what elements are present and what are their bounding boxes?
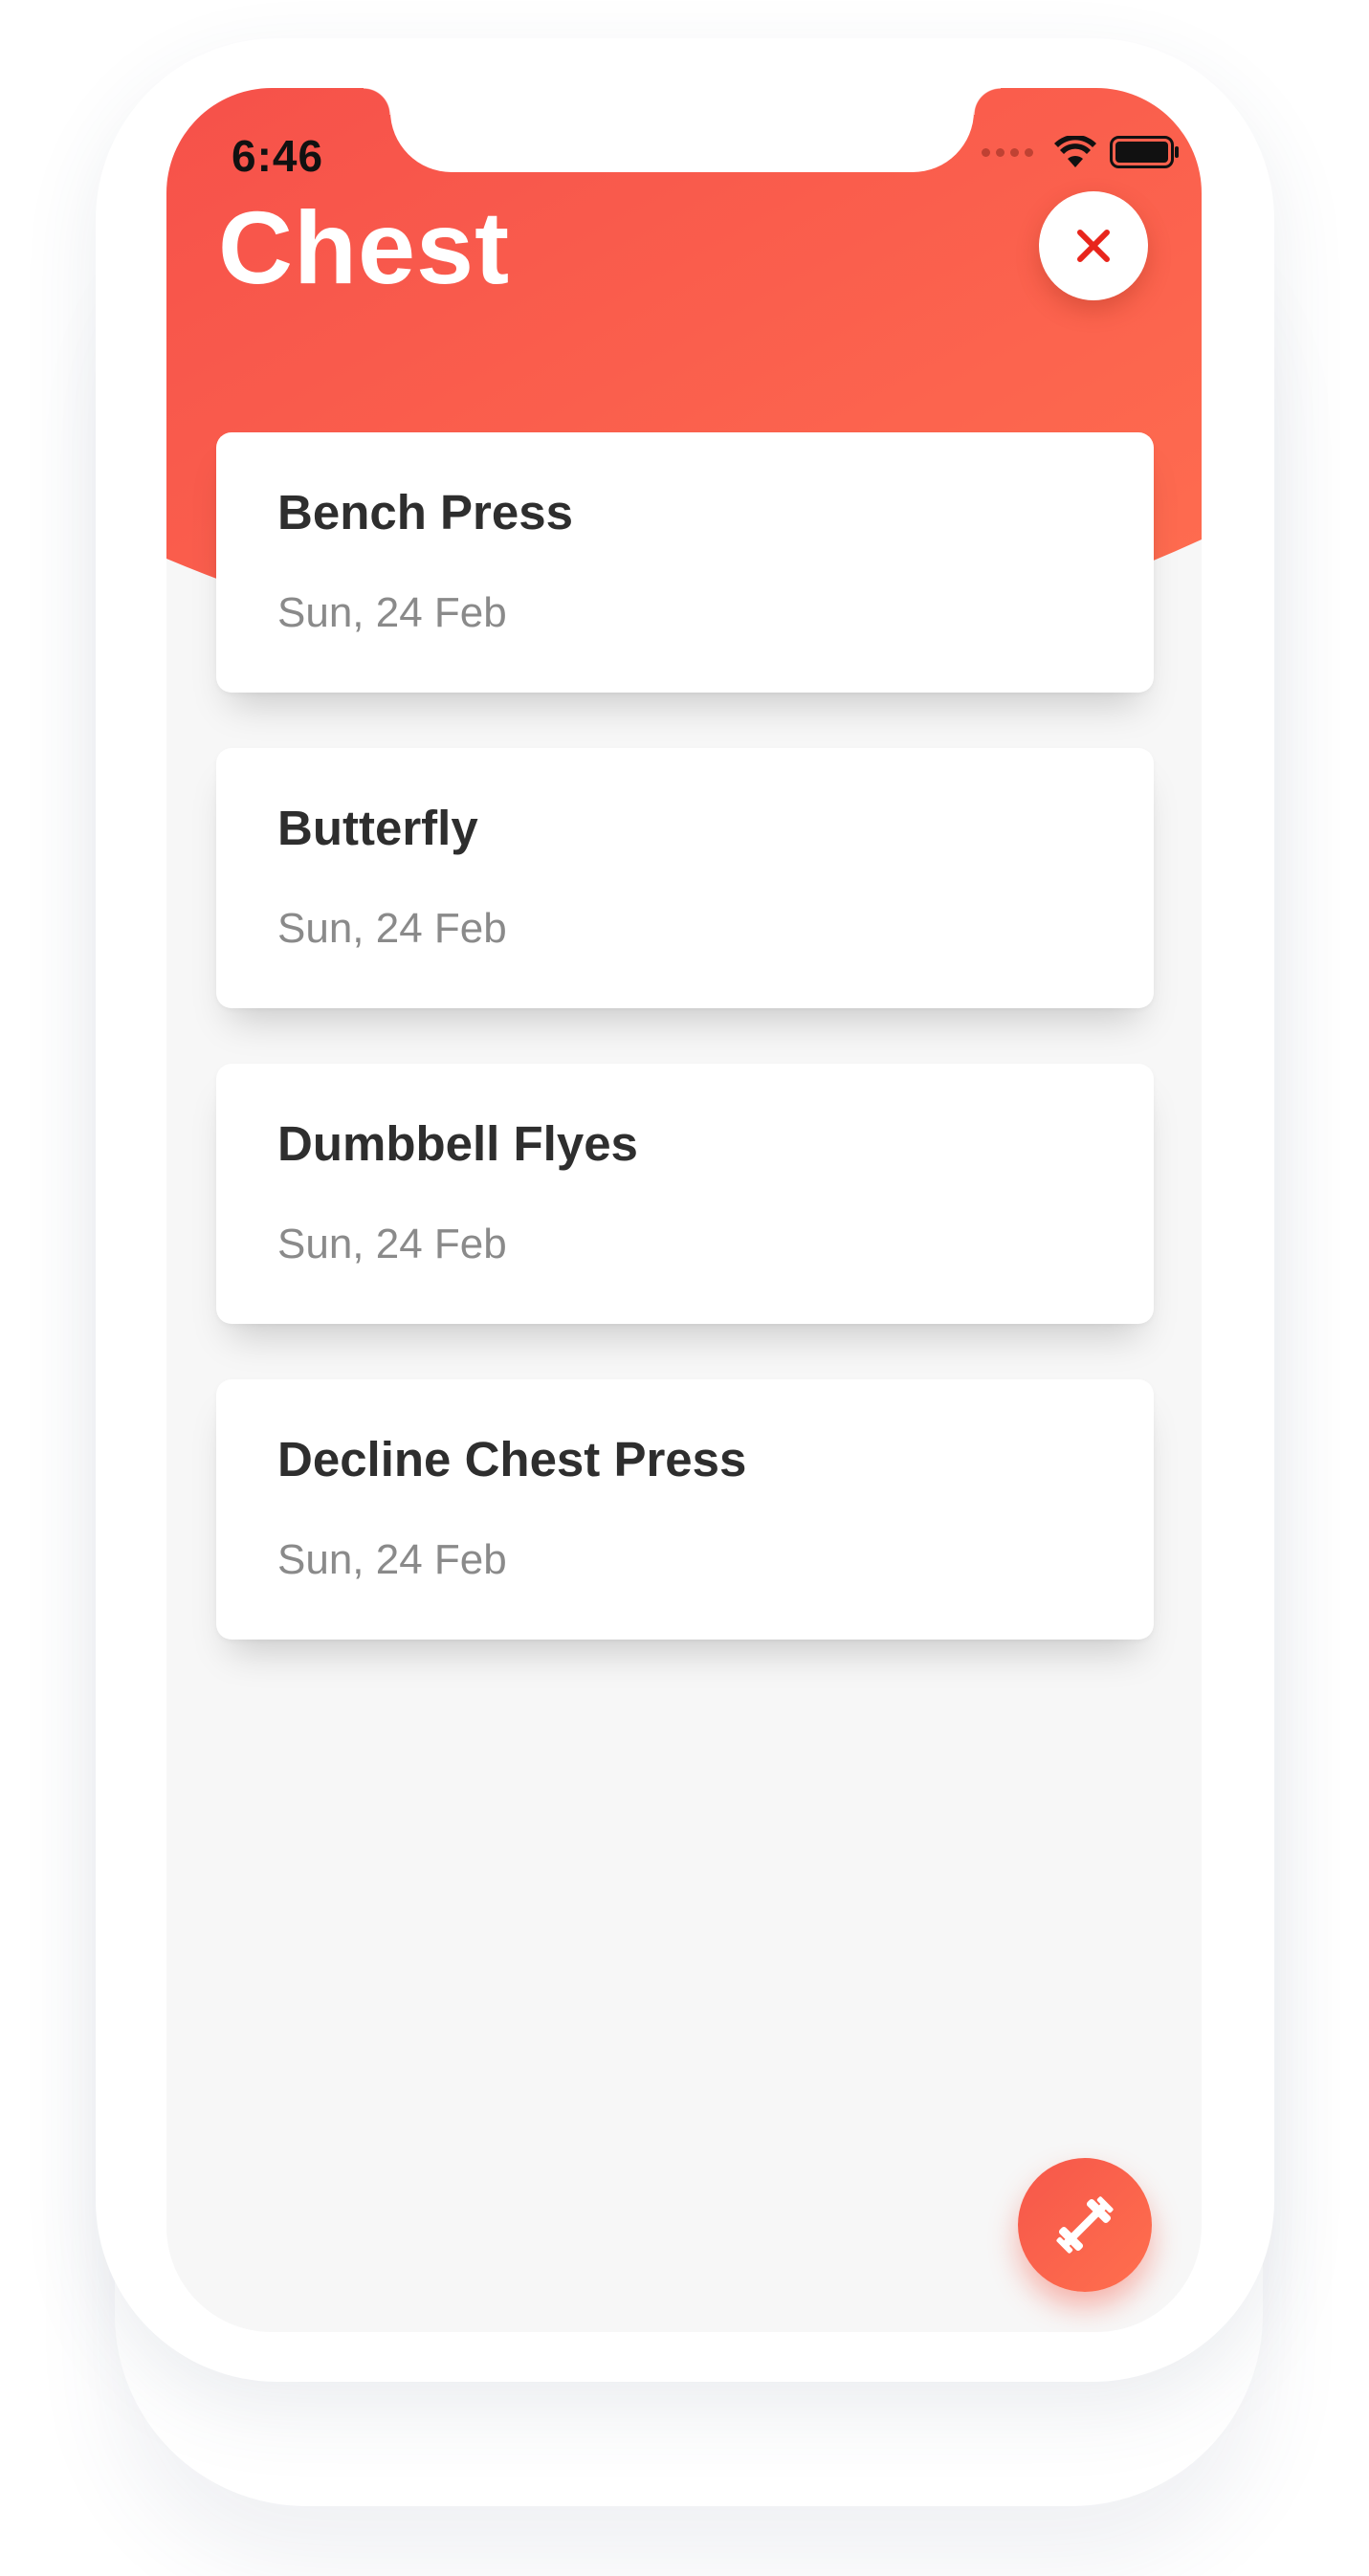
status-icons <box>982 136 1181 168</box>
exercise-date: Sun, 24 Feb <box>277 1221 507 1267</box>
app-screen: 6:46 Chest Bench Press Sun, 24 Feb Butte… <box>166 88 1202 2332</box>
status-time: 6:46 <box>232 131 324 181</box>
close-button[interactable] <box>1039 191 1148 300</box>
exercise-card[interactable]: Dumbbell Flyes Sun, 24 Feb <box>216 1064 1154 1324</box>
battery-icon <box>1110 136 1179 168</box>
exercise-name: Dumbbell Flyes <box>277 1116 638 1171</box>
exercise-card[interactable]: Decline Chest Press Sun, 24 Feb <box>216 1379 1154 1640</box>
exercise-date: Sun, 24 Feb <box>277 1536 507 1583</box>
exercise-name: Bench Press <box>277 485 573 539</box>
close-icon <box>1077 230 1110 262</box>
exercise-date: Sun, 24 Feb <box>277 589 507 636</box>
dumbbell-icon <box>1056 2196 1114 2254</box>
cellular-signal-icon <box>982 147 1033 157</box>
exercise-list: Bench Press Sun, 24 Feb Butterfly Sun, 2… <box>216 432 1154 1695</box>
exercise-date: Sun, 24 Feb <box>277 905 507 952</box>
page-title: Chest <box>218 189 511 305</box>
wifi-icon <box>1054 136 1096 167</box>
exercise-name: Decline Chest Press <box>277 1432 747 1486</box>
exercise-card[interactable]: Bench Press Sun, 24 Feb <box>216 432 1154 693</box>
add-exercise-fab[interactable] <box>1018 2158 1152 2292</box>
stage: 6:46 Chest Bench Press Sun, 24 Feb Butte… <box>0 0 1369 2576</box>
exercise-card[interactable]: Butterfly Sun, 24 Feb <box>216 748 1154 1008</box>
exercise-name: Butterfly <box>277 801 478 855</box>
device-notch <box>364 88 1001 172</box>
